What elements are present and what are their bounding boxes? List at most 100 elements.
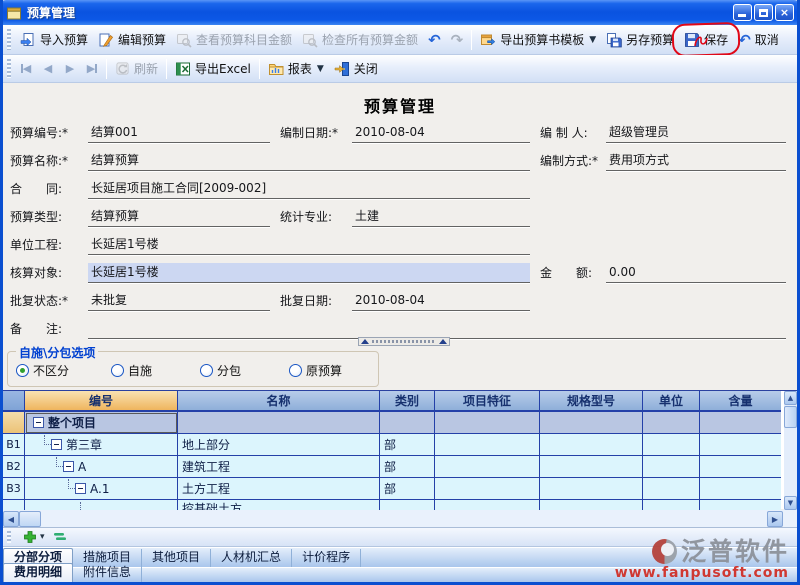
grid-row-clipped[interactable]: 挖基础土方 — [3, 500, 784, 510]
row-indicator[interactable] — [3, 412, 25, 434]
scroll-thumb[interactable] — [784, 406, 797, 428]
cell-name[interactable] — [178, 412, 380, 434]
column-header-code[interactable]: 编号 — [25, 391, 178, 412]
cell-code[interactable]: 整个项目 — [25, 412, 178, 434]
amount-field[interactable]: 0.00 — [606, 263, 786, 283]
report-button[interactable]: 报表 ▼ — [263, 57, 329, 80]
radio-subcontract[interactable]: 分包 — [200, 362, 241, 379]
budget-type-field[interactable]: 结算预算 — [88, 207, 270, 227]
toolbar-grip[interactable] — [7, 59, 11, 78]
cell-category[interactable]: 部 — [380, 456, 435, 478]
collapse-minus-icon[interactable] — [51, 439, 62, 450]
collapse-minus-icon[interactable] — [63, 461, 74, 472]
grid-row-b3[interactable]: B3 A.1 土方工程 部 — [3, 478, 784, 500]
cell-feature[interactable] — [435, 434, 540, 456]
column-header-name[interactable]: 名称 — [178, 391, 380, 412]
tab-cost-detail[interactable]: 费用明细 — [3, 563, 73, 582]
cell-unit[interactable] — [643, 500, 700, 510]
toolbar-grip[interactable] — [7, 531, 11, 544]
column-header-category[interactable]: 类别 — [380, 391, 435, 412]
cell-quantity[interactable] — [700, 478, 781, 500]
horizontal-scrollbar[interactable]: ◀ ▶ — [3, 510, 797, 528]
cell-unit[interactable] — [643, 456, 700, 478]
nav-last-button[interactable]: ▶ — [81, 59, 103, 79]
unit-project-field[interactable]: 长延居1号楼 — [88, 235, 530, 255]
scroll-track[interactable] — [41, 511, 767, 527]
compile-date-field[interactable]: 2010-08-04 — [352, 123, 530, 143]
vertical-scrollbar[interactable]: ▲ ▼ — [784, 391, 797, 510]
cell-spec[interactable] — [540, 456, 643, 478]
nav-next-button[interactable]: ▶ — [59, 59, 81, 79]
redo-button[interactable]: ↷ — [446, 31, 469, 49]
tab-labor-material-summary[interactable]: 人材机汇总 — [211, 549, 292, 567]
scroll-track[interactable] — [784, 429, 797, 496]
cancel-button[interactable]: ↶ 取消 — [733, 28, 784, 51]
budget-name-field[interactable]: 结算预算 — [88, 151, 530, 171]
export-template-button[interactable]: 导出预算书模板 ▼ — [475, 28, 601, 51]
cell-category[interactable] — [380, 500, 435, 510]
cell-feature[interactable] — [435, 456, 540, 478]
cell-code[interactable]: 第三章 — [25, 434, 178, 456]
contract-field[interactable]: 长延居项目施工合同[2009-002] — [88, 179, 530, 199]
collapse-splitter[interactable] — [358, 337, 450, 346]
edit-budget-button[interactable]: 编辑预算 — [93, 28, 171, 51]
toolbar-grip[interactable] — [7, 29, 11, 49]
budget-no-field[interactable]: 结算001 — [88, 123, 270, 143]
import-budget-button[interactable]: 导入预算 — [15, 28, 93, 51]
tab-other-items[interactable]: 其他项目 — [142, 549, 211, 567]
cell-code[interactable]: A.1 — [25, 478, 178, 500]
radio-original-budget[interactable]: 原预算 — [289, 362, 342, 379]
compile-method-field[interactable]: 费用项方式 — [606, 151, 786, 171]
cell-unit[interactable] — [643, 434, 700, 456]
view-subject-amount-button[interactable]: 查看预算科目金额 — [171, 28, 297, 51]
grid-row-project[interactable]: 整个项目 — [3, 412, 784, 434]
radio-no-distinction[interactable]: 不区分 — [16, 362, 69, 379]
grid-row-b2[interactable]: B2 A 建筑工程 部 — [3, 456, 784, 478]
cell-category[interactable]: 部 — [380, 434, 435, 456]
minimize-button[interactable] — [733, 4, 752, 21]
cell-feature[interactable] — [435, 500, 540, 510]
cell-quantity[interactable] — [700, 500, 781, 510]
save-button[interactable]: 保存 — [679, 28, 733, 51]
approval-date-field[interactable]: 2010-08-04 — [352, 291, 530, 311]
scroll-thumb[interactable] — [19, 511, 41, 527]
cell-unit[interactable] — [643, 412, 700, 434]
row-indicator[interactable] — [3, 500, 25, 510]
close-form-button[interactable]: 关闭 — [329, 57, 383, 80]
collapse-minus-icon[interactable] — [75, 483, 86, 494]
add-row-button[interactable]: ▾ — [23, 530, 45, 544]
cell-quantity[interactable] — [700, 412, 781, 434]
scroll-down-button[interactable]: ▼ — [784, 496, 797, 510]
row-indicator[interactable]: B2 — [3, 456, 25, 478]
scroll-left-button[interactable]: ◀ — [3, 511, 19, 527]
refresh-button[interactable]: 刷新 — [110, 57, 163, 80]
grid-corner-cell[interactable] — [3, 391, 25, 412]
cell-spec[interactable] — [540, 478, 643, 500]
save-as-budget-button[interactable]: 另存预算 — [601, 28, 679, 51]
export-excel-button[interactable]: 导出Excel — [170, 57, 256, 80]
tab-pricing-program[interactable]: 计价程序 — [292, 549, 361, 567]
cell-spec[interactable] — [540, 412, 643, 434]
compiler-field[interactable]: 超级管理员 — [606, 123, 786, 143]
collapse-minus-icon[interactable] — [33, 417, 44, 428]
cell-spec[interactable] — [540, 500, 643, 510]
column-header-quantity[interactable]: 含量 — [700, 391, 781, 412]
close-button[interactable]: × — [775, 4, 794, 21]
cell-name[interactable]: 建筑工程 — [178, 456, 380, 478]
maximize-button[interactable] — [754, 4, 773, 21]
tab-attachment-info[interactable]: 附件信息 — [73, 564, 142, 582]
check-all-amount-button[interactable]: 检查所有预算金额 — [297, 28, 423, 51]
stat-major-field[interactable]: 土建 — [352, 207, 530, 227]
nav-first-button[interactable]: ◀ — [15, 59, 37, 79]
nav-prev-button[interactable]: ◀ — [37, 59, 59, 79]
column-header-feature[interactable]: 项目特征 — [435, 391, 540, 412]
cell-quantity[interactable] — [700, 434, 781, 456]
cell-code[interactable]: A — [25, 456, 178, 478]
approval-status-field[interactable]: 未批复 — [88, 291, 270, 311]
account-object-field[interactable]: 长延居1号楼 — [88, 263, 530, 283]
cell-unit[interactable] — [643, 478, 700, 500]
cell-quantity[interactable] — [700, 456, 781, 478]
grid-row-b1[interactable]: B1 第三章 地上部分 部 — [3, 434, 784, 456]
cell-category[interactable]: 部 — [380, 478, 435, 500]
column-header-unit[interactable]: 单位 — [643, 391, 700, 412]
